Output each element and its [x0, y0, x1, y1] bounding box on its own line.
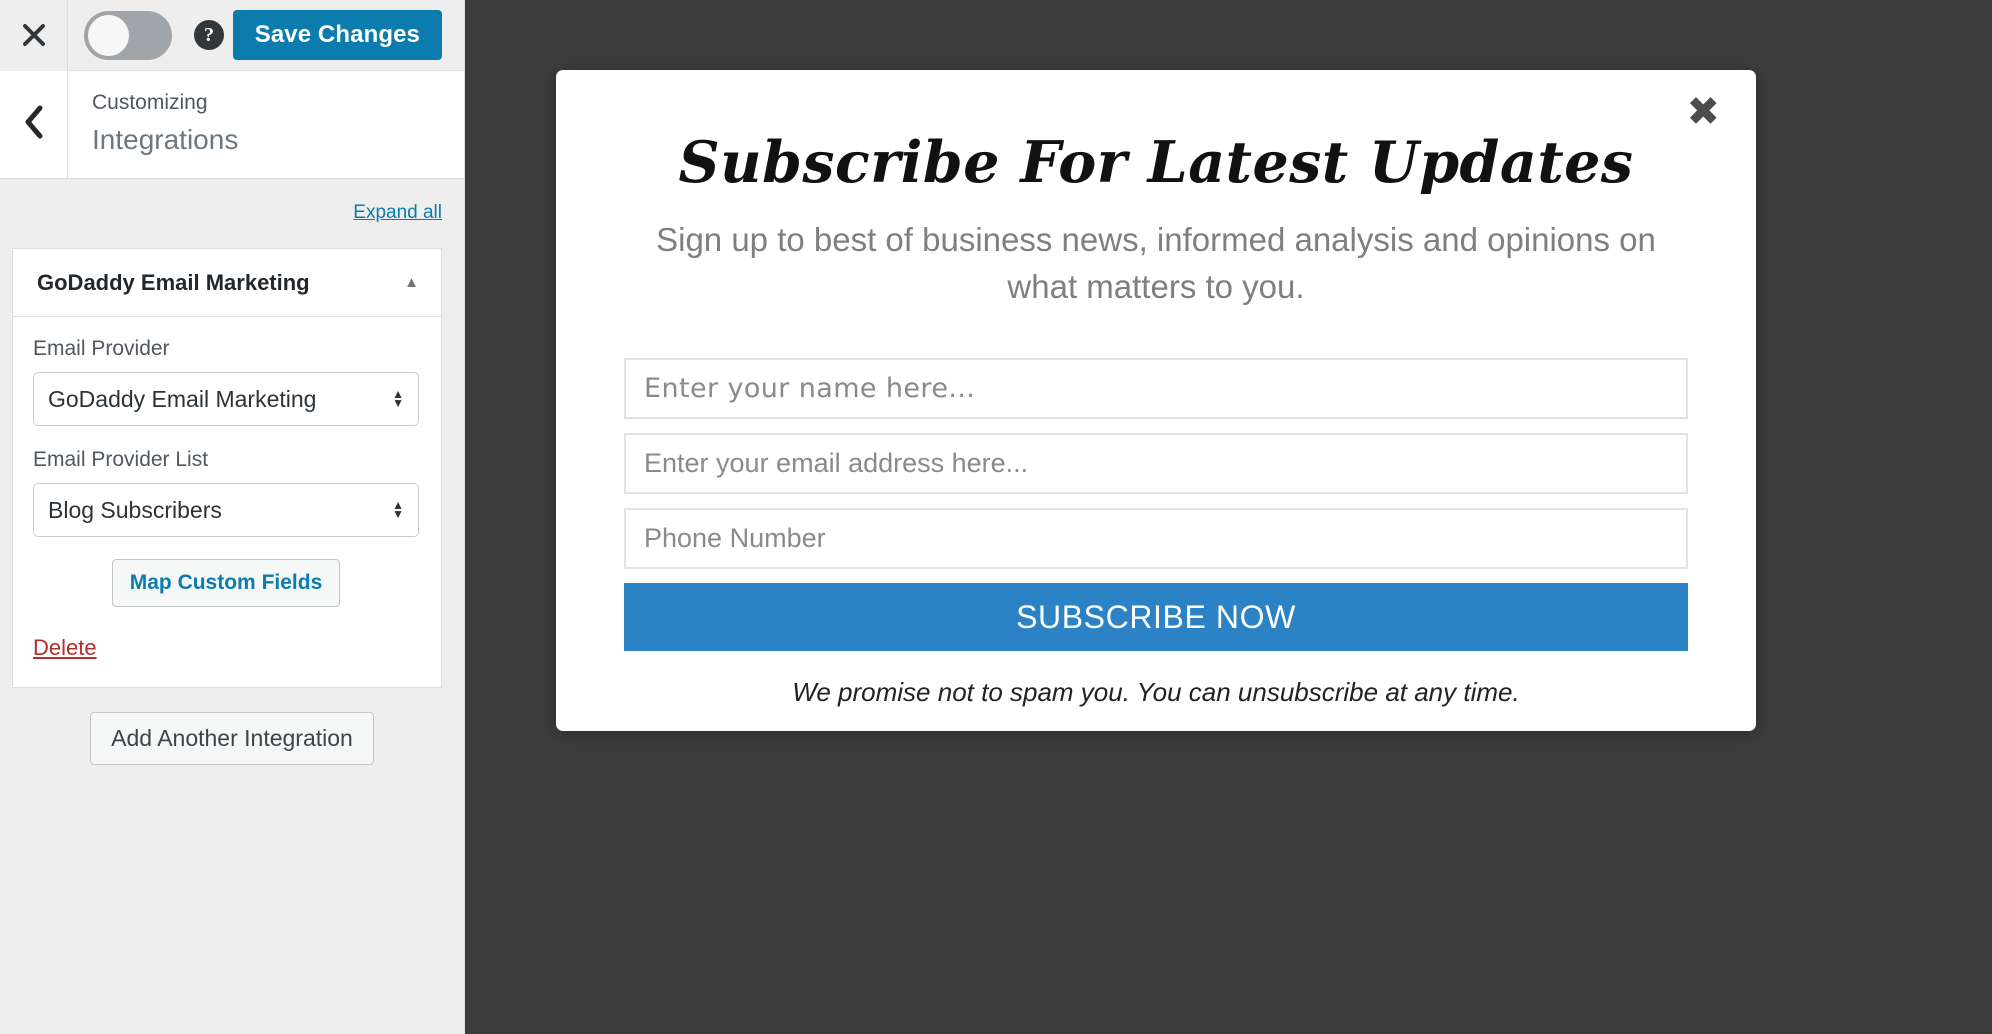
chevron-left-icon [23, 105, 45, 144]
customizer-sidebar: ? Save Changes Customizing Integrations … [0, 0, 465, 1034]
phone-field-wrapper[interactable] [624, 508, 1688, 570]
add-integration-row: Add Another Integration [0, 712, 464, 765]
email-provider-list-label: Email Provider List [33, 448, 209, 471]
customizer-header: ? Save Changes [0, 0, 464, 71]
add-another-integration-button[interactable]: Add Another Integration [90, 712, 374, 765]
close-icon [19, 20, 49, 50]
email-field[interactable] [644, 448, 1668, 480]
device-preview-toggle[interactable] [84, 10, 172, 60]
email-provider-list-select[interactable]: Blog Subscribers ▲ ▼ [33, 483, 419, 537]
email-provider-select[interactable]: GoDaddy Email Marketing ▲ ▼ [33, 372, 419, 426]
name-field[interactable] [644, 373, 1668, 405]
integration-card: GoDaddy Email Marketing ▲ Email Provider… [12, 248, 442, 688]
breadcrumb: Customizing Integrations [0, 71, 464, 179]
site-preview: ✖ Subscribe For Latest Updates Sign up t… [466, 0, 1992, 1034]
map-custom-fields-button[interactable]: Map Custom Fields [111, 559, 341, 607]
back-button[interactable] [0, 71, 68, 178]
subscribe-form: SUBSCRIBE NOW We promise not to spam you… [624, 358, 1688, 708]
header-controls: ? [84, 10, 224, 60]
email-field-wrapper[interactable] [624, 433, 1688, 495]
modal-title: Subscribe For Latest Updates [678, 129, 1634, 196]
modal-subtitle: Sign up to best of business news, inform… [656, 220, 1656, 305]
help-icon[interactable]: ? [194, 20, 224, 50]
save-changes-button[interactable]: Save Changes [232, 10, 442, 60]
integration-card-body: Email Provider GoDaddy Email Marketing ▲… [13, 317, 441, 687]
spam-disclaimer: We promise not to spam you. You can unsu… [792, 677, 1520, 708]
chevron-up-icon[interactable]: ▲ [404, 275, 419, 290]
email-provider-value: GoDaddy Email Marketing [48, 385, 317, 412]
phone-field[interactable] [644, 523, 1668, 555]
integration-card-header[interactable]: GoDaddy Email Marketing ▲ [13, 249, 441, 317]
expand-all-row: Expand all [0, 180, 464, 224]
integration-title: GoDaddy Email Marketing [37, 269, 310, 295]
page-title: Integrations [92, 124, 239, 156]
expand-all-link[interactable]: Expand all [353, 202, 442, 223]
close-customizer-button[interactable] [0, 0, 68, 71]
map-custom-fields-row: Map Custom Fields [33, 559, 419, 607]
subscribe-now-button[interactable]: SUBSCRIBE NOW [624, 583, 1688, 652]
breadcrumb-text: Customizing Integrations [68, 71, 238, 178]
delete-link[interactable]: Delete [33, 635, 97, 660]
email-provider-label: Email Provider [33, 337, 170, 360]
email-provider-list-value: Blog Subscribers [48, 496, 222, 523]
customizer-body: Expand all GoDaddy Email Marketing ▲ Ema… [0, 180, 464, 1034]
name-field-wrapper[interactable] [624, 358, 1688, 420]
breadcrumb-eyebrow: Customizing [92, 90, 208, 114]
subscribe-modal: ✖ Subscribe For Latest Updates Sign up t… [556, 70, 1756, 731]
modal-content: Subscribe For Latest Updates Sign up to … [556, 70, 1756, 708]
close-icon[interactable]: ✖ [1686, 92, 1720, 132]
select-stepper-icon: ▲ ▼ [392, 387, 404, 410]
delete-row: Delete [33, 635, 419, 661]
select-stepper-icon: ▲ ▼ [392, 498, 404, 521]
